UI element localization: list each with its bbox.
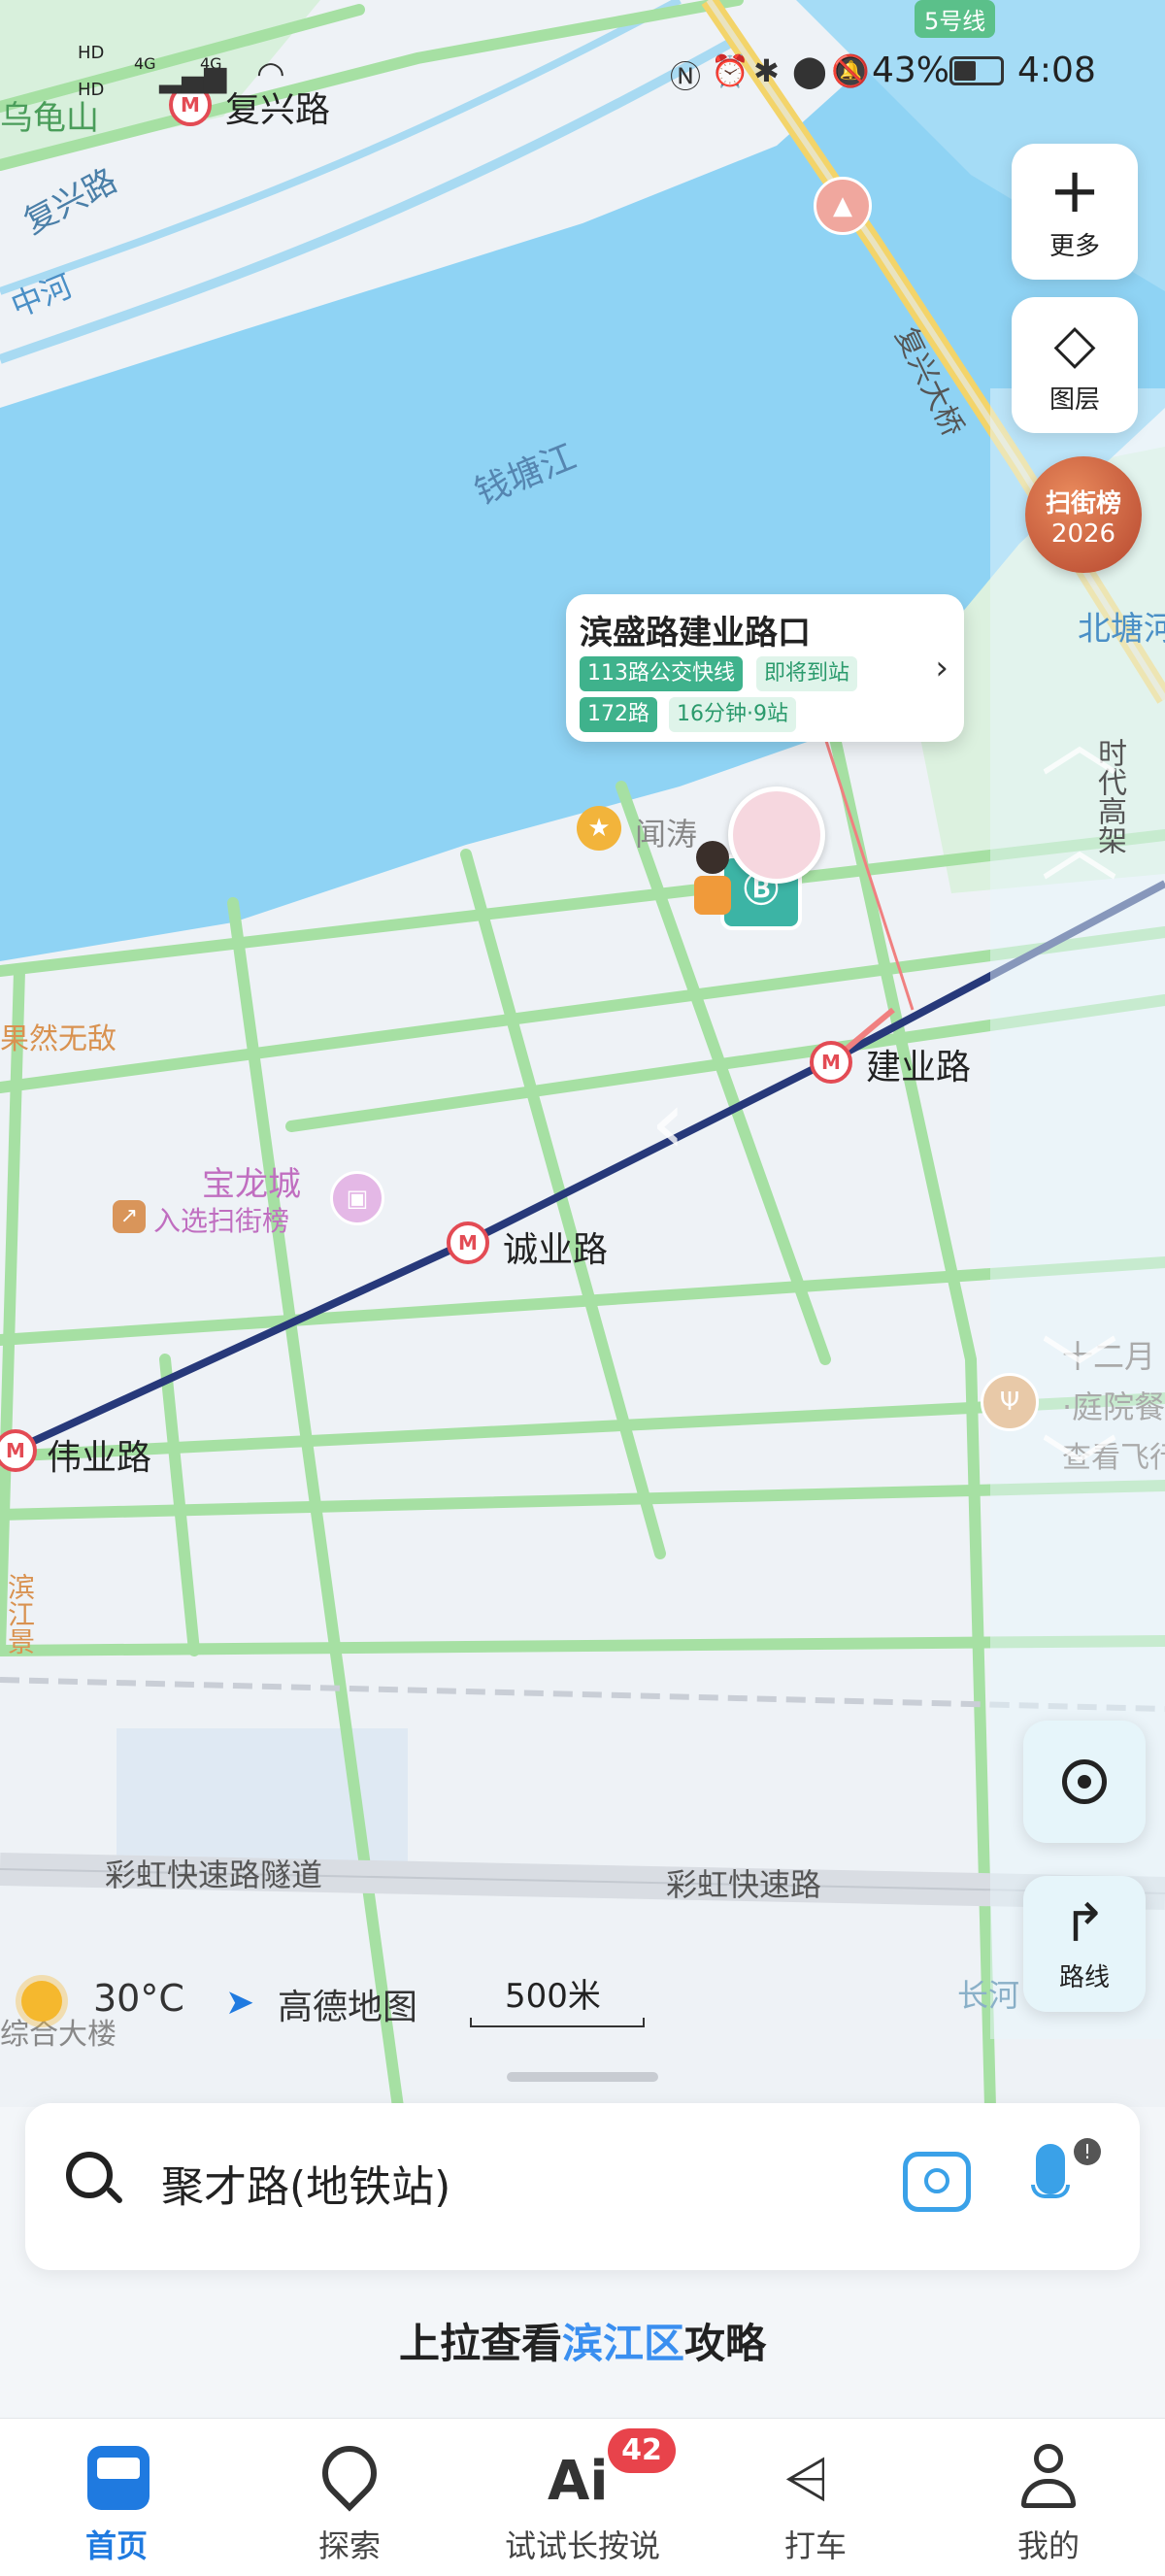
map-pin-icon [311, 2434, 388, 2512]
scale-label: 500米 [505, 1977, 601, 2016]
map-view[interactable]: 5号线 乌龟山 复兴路 中河 钱塘江 复兴大桥 北塘河 时代高架 果然无敌 宝龙… [0, 0, 1165, 2107]
clock: 4:08 [1017, 50, 1096, 90]
tab-home[interactable]: 首页 [0, 2419, 233, 2576]
construction-icon[interactable]: ▲ [814, 177, 872, 235]
metro-station-icon[interactable]: M [447, 1221, 489, 1264]
layers-icon: ◇ [1053, 312, 1096, 376]
guoran-label: 果然无敌 [0, 1022, 116, 1056]
bus-info-card[interactable]: 滨盛路建业路口 113路公交快线 即将到站 172路 16分钟·9站 › [566, 594, 964, 742]
tab-profile[interactable]: 我的 [932, 2419, 1165, 2576]
mic-notice-icon: ! [1074, 2138, 1101, 2165]
walking-person-icon [691, 841, 734, 930]
mute-icon: 🔕 [831, 52, 870, 89]
route-arrow-icon: ↱ [1062, 1891, 1107, 1954]
more-button[interactable]: + 更多 [1012, 144, 1138, 280]
tab-ai[interactable]: Ai 42 试试长按说 [466, 2419, 699, 2576]
promo-text[interactable]: 上拉查看滨江区攻略 [0, 2311, 1165, 2370]
locate-button[interactable] [1023, 1721, 1146, 1843]
route-113-badge: 113路公交快线 [580, 656, 743, 691]
left-poi-label: 滨江景 [4, 1573, 36, 1655]
station-chengye-label[interactable]: 诚业路 [503, 1221, 608, 1272]
baolong-label: 宝龙城 [202, 1165, 301, 1204]
station-jianye-label[interactable]: 建业路 [866, 1039, 971, 1089]
chevron-down-icon: ﹀ [1041, 1328, 1118, 1419]
baolong-rank-icon: ↗ [113, 1200, 146, 1233]
rainbow-tunnel-label: 彩虹快速路隧道 [105, 1857, 323, 1893]
camera-icon[interactable] [903, 2152, 971, 2212]
ai-badge: 42 [608, 2428, 676, 2473]
chevron-right-icon: › [935, 649, 949, 687]
ai-icon: Ai [548, 2450, 609, 2513]
sun-icon [21, 1981, 62, 2022]
taxi-icon: ⩤ [784, 2446, 830, 2512]
north-tang-label: 北塘河 [1078, 610, 1165, 649]
amap-logo-icon: ➤ [225, 1983, 255, 2023]
tab-profile-label: 我的 [1016, 2527, 1080, 2564]
net-hd-label: HD [78, 43, 105, 63]
status-bar: HD 4G 4G HD ▂▄▆ ◠ Ⓝ ⏰ ✱ ⬤ 🔕 43% 4:08 [0, 0, 1165, 136]
tab-ai-label: 试试长按说 [504, 2527, 660, 2564]
bus-stop-name: 滨盛路建业路口 [580, 614, 811, 652]
tab-taxi-label: 打车 [783, 2527, 847, 2564]
promo-highlight: 滨江区 [561, 2320, 684, 2367]
scale-bar [470, 2018, 645, 2027]
rainbow-road-label: 彩虹快速路 [666, 1866, 822, 1903]
station-weiye-label[interactable]: 伟业路 [47, 1429, 151, 1480]
shopping-bag-icon[interactable]: ▣ [330, 1171, 384, 1225]
street-rank-badge[interactable]: 扫街榜 2026 [1025, 456, 1142, 573]
brand-label: 高德地图 [278, 1988, 418, 2027]
wifi-icon: ◠ [256, 54, 285, 93]
weather-temp: 30°C [93, 1977, 184, 2020]
restaurant-icon[interactable]: Ψ [981, 1373, 1039, 1431]
bottom-tab-bar: 首页 探索 Ai 42 试试长按说 ⩤ 打车 我的 [0, 2418, 1165, 2576]
tab-explore[interactable]: 探索 [233, 2419, 466, 2576]
route-113-status: 即将到站 [756, 656, 858, 691]
bluetooth-icon: ✱ [753, 52, 780, 89]
promo-prefix: 上拉查看 [398, 2320, 562, 2367]
wentao-label: 闻涛 [635, 816, 698, 853]
net-4g-label: 4G [134, 54, 156, 73]
changhe-label: 长河 [957, 1977, 1020, 2014]
wentao-star-icon: ★ [577, 806, 621, 851]
promo-suffix: 攻略 [684, 2320, 767, 2367]
profile-icon [1021, 2444, 1076, 2512]
map-canvas [0, 0, 1165, 2107]
sheet-drag-handle[interactable] [507, 2072, 658, 2082]
route-172-status: 16分钟·9站 [669, 697, 796, 732]
route-label: 路线 [1058, 1962, 1110, 1992]
locate-icon [1062, 1759, 1107, 1804]
search-input[interactable]: 聚才路(地铁站) [161, 2152, 450, 2214]
more-label: 更多 [1048, 231, 1100, 261]
layers-button[interactable]: ◇ 图层 [1012, 297, 1138, 433]
tab-home-label: 首页 [84, 2527, 148, 2564]
nfc-icon: Ⓝ [670, 58, 702, 95]
plus-icon: + [1048, 154, 1101, 227]
rank-badge-line1: 扫街榜 [1045, 489, 1121, 519]
tab-explore-label: 探索 [317, 2527, 381, 2564]
baolong-sub-label: 入选扫街榜 [153, 1205, 290, 1237]
chevron-left-icon: ‹ [650, 1072, 685, 1174]
bus-icon [87, 2446, 150, 2510]
location-icon: ⬤ [792, 52, 827, 89]
rank-badge-line2: 2026 [1050, 519, 1116, 549]
route-button[interactable]: ↱ 路线 [1023, 1876, 1146, 2012]
signal-icon: ▂▄▆ [159, 60, 227, 94]
battery-icon [949, 56, 1004, 85]
microphone-icon[interactable] [1031, 2144, 1070, 2218]
route-172-badge: 172路 [580, 697, 657, 732]
alarm-icon: ⏰ [711, 52, 749, 89]
user-avatar[interactable] [728, 786, 825, 884]
chevron-down-icon: ﹀ [1041, 1427, 1118, 1518]
chevron-up-icon: ︿ [1041, 802, 1118, 892]
layers-label: 图层 [1048, 385, 1100, 415]
metro-station-icon[interactable]: M [810, 1041, 852, 1084]
search-bar[interactable]: 聚才路(地铁站) ! [25, 2103, 1140, 2270]
battery-percent: 43% [872, 50, 950, 90]
chevron-up-icon: ︿ [1041, 697, 1118, 787]
search-icon [66, 2152, 124, 2208]
tab-taxi[interactable]: ⩤ 打车 [699, 2419, 932, 2576]
net-hd2-label: HD [78, 80, 105, 100]
